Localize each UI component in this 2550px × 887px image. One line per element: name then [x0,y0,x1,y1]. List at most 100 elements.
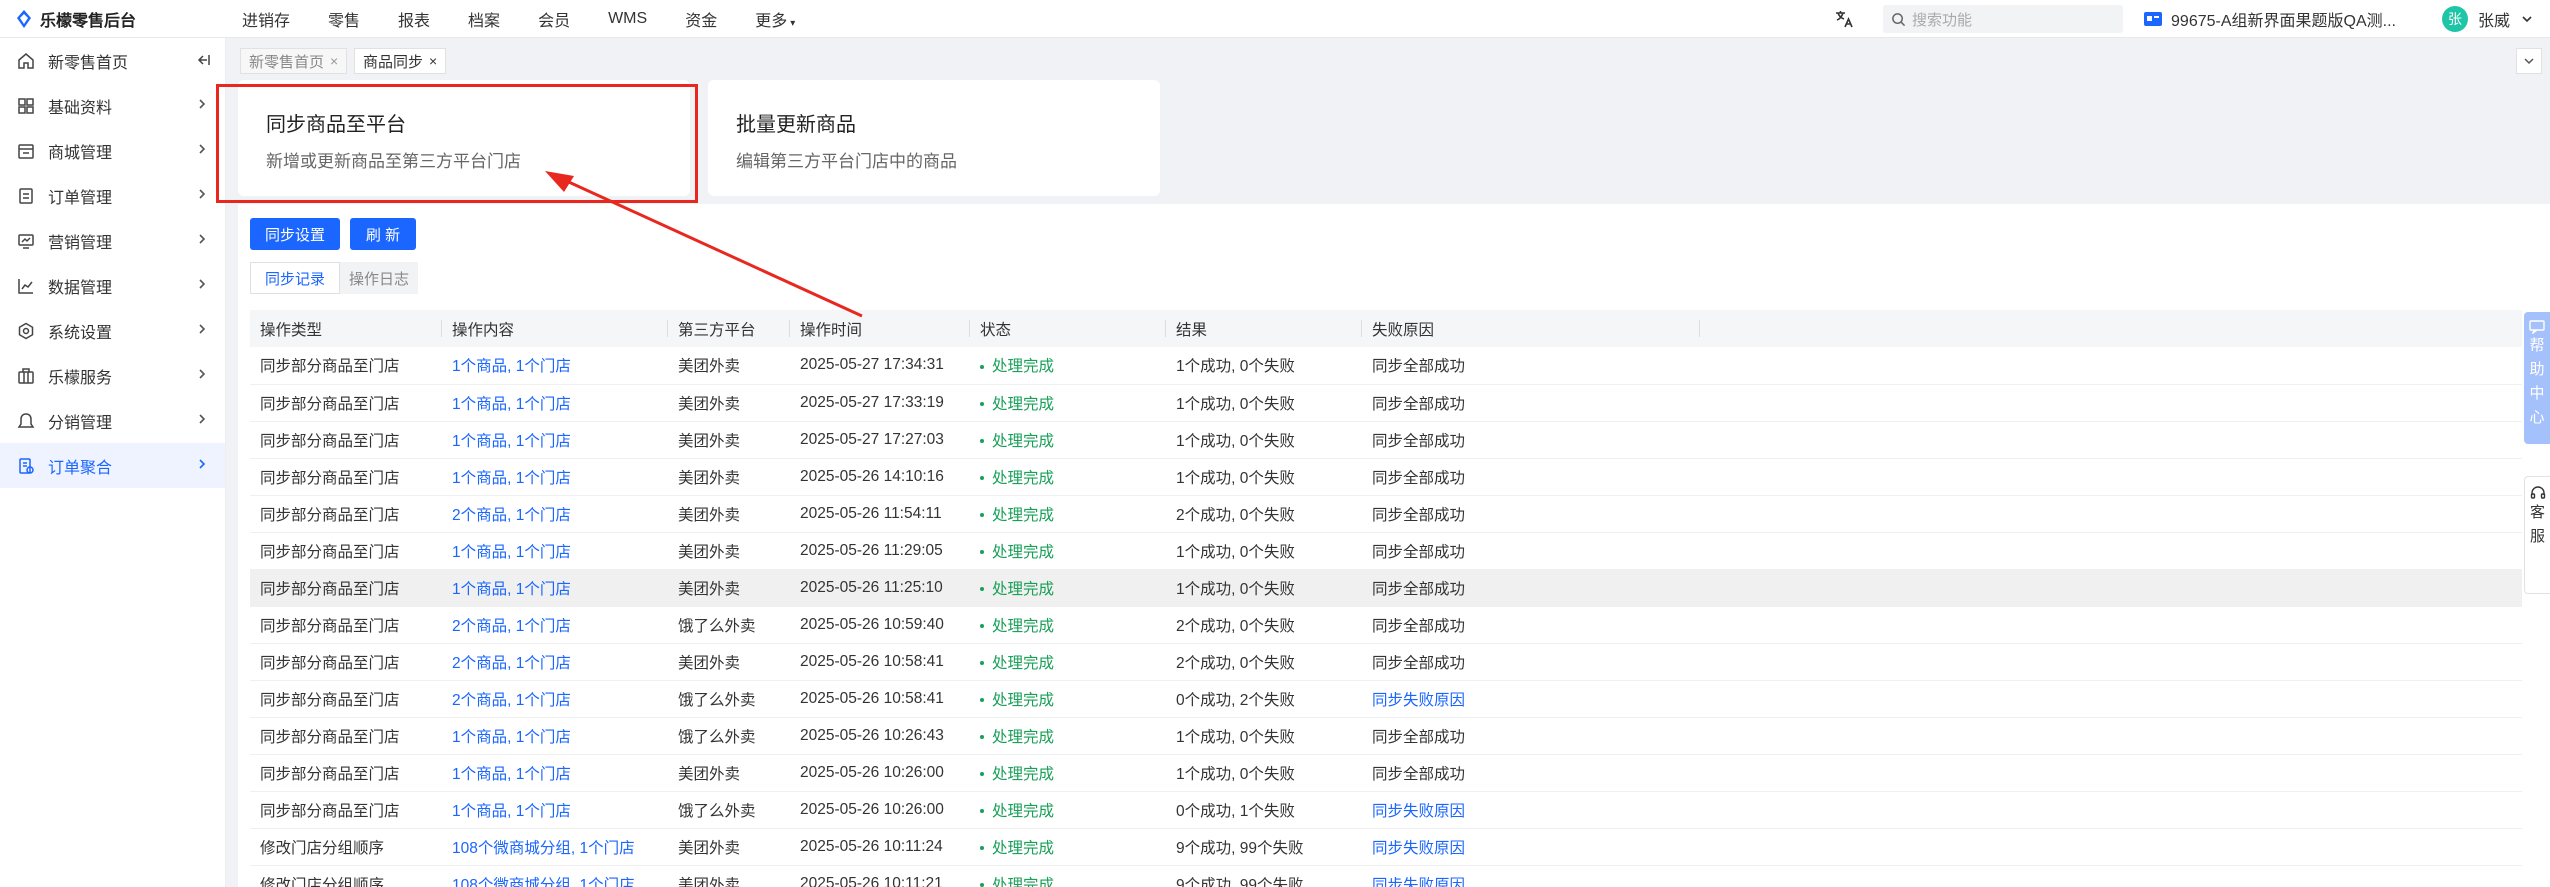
table-cell-empty [1700,754,2522,792]
failure-reason-link[interactable]: 同步失败原因 [1372,877,1465,887]
tab-label: 商品同步 [363,53,424,71]
table-cell: 2个商品, 1个门店 [442,606,668,644]
operation-content-link[interactable]: 1个商品, 1个门店 [452,396,571,413]
app-logo[interactable]: 乐檬零售后台 [0,7,220,31]
cell-text: 2025-05-26 10:58:41 [800,652,944,670]
operation-content-link[interactable]: 1个商品, 1个门店 [452,358,571,375]
failure-reason-link[interactable]: 同步失败原因 [1372,803,1465,820]
operation-content-link[interactable]: 1个商品, 1个门店 [452,729,571,746]
table-cell: 同步部分商品至门店 [250,384,442,422]
table-cell: 同步全部成功 [1362,606,1700,644]
operation-content-link[interactable]: 1个商品, 1个门店 [452,544,571,561]
close-icon[interactable]: × [429,53,437,69]
customer-service-button[interactable]: 客 服 [2524,476,2550,594]
sidebar-item-distribution[interactable]: 分销管理 [0,398,225,443]
operation-content-link[interactable]: 2个商品, 1个门店 [452,618,571,635]
failure-reason-link[interactable]: 同步失败原因 [1372,692,1465,709]
table-cell: 同步全部成功 [1362,347,1700,385]
distribution-icon [16,411,36,431]
user-name: 张威 [2477,13,2510,30]
cell-text: 2个成功, 0个失败 [1176,617,1295,635]
operation-content-link[interactable]: 1个商品, 1个门店 [452,470,571,487]
failure-reason-link[interactable]: 同步失败原因 [1372,840,1465,857]
tab-label: 新零售首页 [249,53,325,71]
sidebar-item-basic-data[interactable]: 基础资料 [0,83,225,128]
sync-settings-button[interactable]: 同步设置 [250,218,340,250]
table-row[interactable]: 同步部分商品至门店 1个商品, 1个门店 美团外卖 2025-05-26 14:10:… [250,458,2522,496]
operation-content-link[interactable]: 2个商品, 1个门店 [452,692,571,709]
collapse-sidebar-icon[interactable] [195,52,211,68]
sidebar-item-service[interactable]: 乐檬服务 [0,353,225,398]
cell-text: 修改门店分组顺序 [260,876,385,887]
topnav-item-more[interactable]: 更多 ▾ [736,7,814,31]
close-icon[interactable]: × [330,53,338,69]
operation-content-link[interactable]: 1个商品, 1个门店 [452,581,571,598]
table-row[interactable]: 同步部分商品至门店 1个商品, 1个门店 美团外卖 2025-05-27 17:34:… [250,347,2522,385]
topnav-item-wms[interactable]: WMS [589,10,666,28]
refresh-button[interactable]: 刷 新 [350,218,416,250]
topnav-item-archive[interactable]: 档案 [449,7,519,31]
topnav-item-retail[interactable]: 零售 [309,7,379,31]
logo-icon [17,9,31,28]
tab-operation-log[interactable]: 操作日志 [340,262,418,294]
table-cell: 同步全部成功 [1362,384,1700,422]
operation-content-link[interactable]: 2个商品, 1个门店 [452,507,571,524]
table-cell: 2025-05-26 11:54:11 [790,495,970,533]
table-cell-empty [1700,828,2522,866]
cell-text: 同步部分商品至门店 [260,802,400,820]
table-cell: 1个成功, 0个失败 [1166,569,1362,607]
sidebar-item-home[interactable]: 新零售首页 [0,38,225,83]
sidebar-item-label: 订单管理 [48,189,113,207]
table-row[interactable]: 同步部分商品至门店 2个商品, 1个门店 饿了么外卖 2025-05-26 10:59… [250,606,2522,644]
topnav-item-funds[interactable]: 资金 [666,7,736,31]
operation-content-link[interactable]: 108个微商城分组, 1个门店 [452,877,635,887]
table-row[interactable]: 同步部分商品至门店 1个商品, 1个门店 美团外卖 2025-05-26 10:26:… [250,754,2522,792]
table-row[interactable]: 同步部分商品至门店 1个商品, 1个门店 美团外卖 2025-05-27 17:27:… [250,421,2522,459]
operation-content-link[interactable]: 1个商品, 1个门店 [452,803,571,820]
tabs-menu-button[interactable] [2516,48,2542,74]
table-cell-empty [1700,347,2522,385]
sidebar-item-data[interactable]: 数据管理 [0,263,225,308]
table-row[interactable]: 同步部分商品至门店 2个商品, 1个门店 饿了么外卖 2025-05-26 10:58… [250,680,2522,718]
translate-icon[interactable] [1831,6,1857,32]
table-row[interactable]: 同步部分商品至门店 1个商品, 1个门店 饿了么外卖 2025-05-26 10:26… [250,791,2522,829]
table-cell: 1个商品, 1个门店 [442,717,668,755]
column-header: 第三方平台 [668,310,790,347]
table-row[interactable]: 同步部分商品至门店 1个商品, 1个门店 美团外卖 2025-05-26 11:29:… [250,532,2522,570]
table-row[interactable]: 同步部分商品至门店 1个商品, 1个门店 美团外卖 2025-05-26 11:25:… [250,569,2522,607]
search-input[interactable]: 搜索功能 [1883,5,2124,33]
topnav-item-inventory[interactable]: 进销存 [220,7,309,31]
operation-content-link[interactable]: 1个商品, 1个门店 [452,766,571,783]
table-row[interactable]: 修改门店分组顺序 108个微商城分组, 1个门店 美团外卖 2025-05-26 10… [250,828,2522,866]
sync-records-panel: 同步设置 刷 新 同步记录 操作日志 操作类型 操作内容 第三方平台 操作时间 … [238,204,2550,887]
store-selector[interactable]: 99675-A组新界面果题版QA测... [2143,7,2396,31]
tab-retail-home[interactable]: 新零售首页 × [240,48,348,74]
user-menu[interactable]: 张 张威 [2441,6,2534,32]
sidebar-item-label: 乐檬服务 [48,369,113,387]
topnav-item-members[interactable]: 会员 [519,7,589,31]
sync-to-platform-card[interactable]: 同步商品至平台 新增或更新商品至第三方平台门店 [238,80,690,196]
sidebar-item-settings[interactable]: 系统设置 [0,308,225,353]
table-row[interactable]: 修改门店分组顺序 108个微商城分组, 1个门店 美团外卖 2025-05-26 10… [250,865,2522,887]
tab-sync-records[interactable]: 同步记录 [250,262,340,294]
operation-content-link[interactable]: 1个商品, 1个门店 [452,433,571,450]
sidebar-item-orders[interactable]: 订单管理 [0,173,225,218]
topnav-item-reports[interactable]: 报表 [379,7,449,31]
operation-content-link[interactable]: 2个商品, 1个门店 [452,655,571,672]
table-row[interactable]: 同步部分商品至门店 1个商品, 1个门店 美团外卖 2025-05-27 17:33:… [250,384,2522,422]
operation-content-link[interactable]: 108个微商城分组, 1个门店 [452,840,635,857]
table-row[interactable]: 同步部分商品至门店 2个商品, 1个门店 美团外卖 2025-05-26 11:54:… [250,495,2522,533]
help-center-button[interactable]: 帮 助 中 心 [2524,312,2550,444]
cell-text: 美团外卖 [678,839,741,857]
table-row[interactable]: 同步部分商品至门店 2个商品, 1个门店 美团外卖 2025-05-26 10:58:… [250,643,2522,681]
cell-text: 同步全部成功 [1372,432,1466,450]
table-row[interactable]: 同步部分商品至门店 1个商品, 1个门店 饿了么外卖 2025-05-26 10:26… [250,717,2522,755]
table-cell-empty [1700,717,2522,755]
table-cell: 同步部分商品至门店 [250,458,442,496]
tab-product-sync[interactable]: 商品同步 × [354,48,447,74]
chevron-right-icon [199,324,206,334]
batch-update-card[interactable]: 批量更新商品 编辑第三方平台门店中的商品 [708,80,1160,196]
sidebar-item-marketing[interactable]: 营销管理 [0,218,225,263]
sidebar-item-mall[interactable]: 商城管理 [0,128,225,173]
sidebar-item-order-aggregation[interactable]: 订单聚合 [0,443,225,488]
